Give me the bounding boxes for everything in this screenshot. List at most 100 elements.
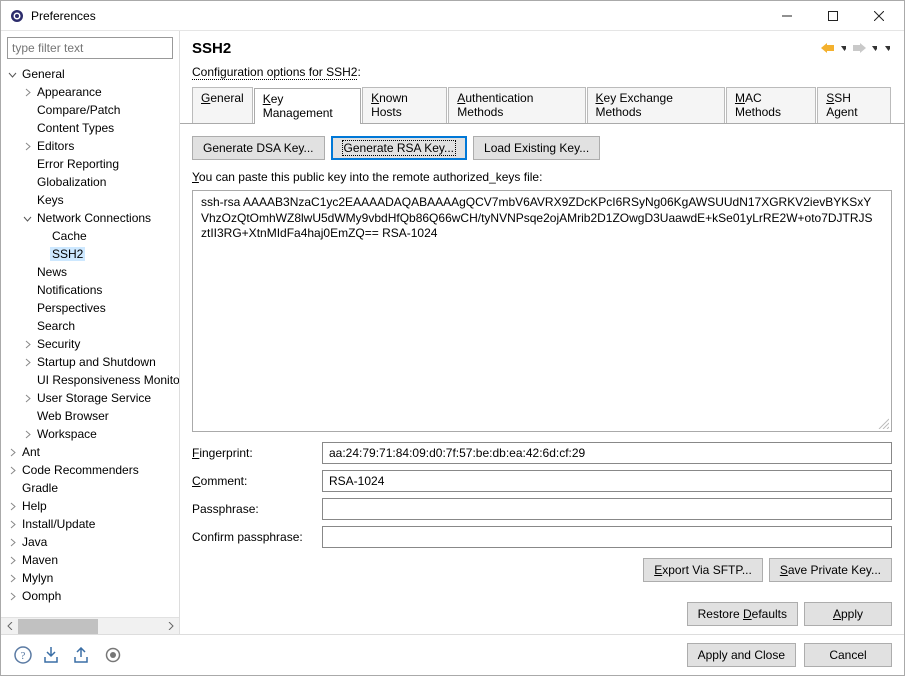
load-existing-key-button[interactable]: Load Existing Key... [473, 136, 600, 160]
filter-input[interactable] [7, 37, 173, 59]
history-back-menu[interactable] [839, 39, 848, 57]
nav-pane: GeneralAppearance Compare/Patch Content Ty… [1, 31, 180, 634]
page-menu[interactable] [883, 39, 892, 57]
tree-twisty-none [20, 301, 35, 316]
tree-twisty-none [20, 121, 35, 136]
chevron-right-icon[interactable] [5, 499, 20, 514]
resize-grip-icon [877, 417, 889, 429]
oomph-icon[interactable] [103, 645, 123, 665]
tree-item[interactable]: Search [1, 317, 179, 335]
scroll-left-icon[interactable] [1, 618, 18, 635]
public-key-text[interactable]: ssh-rsa AAAAB3NzaC1yc2EAAAADAQABAAAAgQCV… [192, 190, 892, 432]
chevron-right-icon[interactable] [20, 355, 35, 370]
maximize-button[interactable] [810, 1, 856, 30]
tree-item[interactable]: Keys [1, 191, 179, 209]
tree-item[interactable]: Code Recommenders [1, 461, 179, 479]
tree-item[interactable]: Maven [1, 551, 179, 569]
save-private-key-button[interactable]: Save Private Key... [769, 558, 892, 582]
tree-item[interactable]: Cache [1, 227, 179, 245]
chevron-right-icon[interactable] [20, 391, 35, 406]
tree-item-label: Workspace [35, 427, 99, 441]
tree-item[interactable]: News [1, 263, 179, 281]
tree-item[interactable]: Network Connections [1, 209, 179, 227]
tree-item[interactable]: Perspectives [1, 299, 179, 317]
tree-twisty-none [20, 103, 35, 118]
export-sftp-button[interactable]: Export Via SFTP... [643, 558, 763, 582]
scroll-thumb[interactable] [18, 619, 98, 634]
tree-item[interactable]: Java [1, 533, 179, 551]
generate-rsa-button[interactable]: Generate RSA Key... [331, 136, 468, 160]
tree-item[interactable]: General [1, 65, 179, 83]
tab-general[interactable]: General [192, 87, 253, 123]
tree-item-label: Install/Update [20, 517, 97, 531]
scroll-right-icon[interactable] [162, 618, 179, 635]
tree-item-label: Search [35, 319, 77, 333]
tree-item[interactable]: Notifications [1, 281, 179, 299]
chevron-right-icon[interactable] [5, 445, 20, 460]
export-icon[interactable] [73, 645, 93, 665]
tree-item[interactable]: Compare/Patch [1, 101, 179, 119]
tree-item[interactable]: Help [1, 497, 179, 515]
confirm-passphrase-field[interactable] [322, 526, 892, 548]
tree-item-label: Network Connections [35, 211, 153, 225]
comment-field[interactable] [322, 470, 892, 492]
tree-item[interactable]: Ant [1, 443, 179, 461]
chevron-right-icon[interactable] [20, 85, 35, 100]
tab-known-hosts[interactable]: Known Hosts [362, 87, 447, 123]
preference-tree[interactable]: GeneralAppearance Compare/Patch Content Ty… [1, 63, 179, 617]
minimize-button[interactable] [764, 1, 810, 30]
apply-button[interactable]: Apply [804, 602, 892, 626]
passphrase-field[interactable] [322, 498, 892, 520]
tab-mac-methods[interactable]: MAC Methods [726, 87, 816, 123]
close-button[interactable] [856, 1, 902, 30]
tree-item[interactable]: Appearance [1, 83, 179, 101]
chevron-down-icon[interactable] [5, 67, 20, 82]
chevron-right-icon[interactable] [20, 139, 35, 154]
tree-item[interactable]: Web Browser [1, 407, 179, 425]
tree-item[interactable]: Globalization [1, 173, 179, 191]
tree-item-label: Java [20, 535, 49, 549]
tab-key-management[interactable]: Key Management [254, 88, 361, 124]
tree-item[interactable]: UI Responsiveness Monitoring [1, 371, 179, 389]
tree-item[interactable]: Editors [1, 137, 179, 155]
apply-and-close-button[interactable]: Apply and Close [687, 643, 796, 667]
history-back-button[interactable] [819, 39, 837, 57]
tree-item[interactable]: Workspace [1, 425, 179, 443]
tree-item[interactable]: Oomph [1, 587, 179, 605]
chevron-right-icon[interactable] [5, 535, 20, 550]
import-icon[interactable] [43, 645, 63, 665]
tree-item-label: Code Recommenders [20, 463, 141, 477]
generate-dsa-button[interactable]: Generate DSA Key... [192, 136, 325, 160]
dialog-footer: ? Apply and Close Cancel [1, 634, 904, 675]
tree-item[interactable]: Startup and Shutdown [1, 353, 179, 371]
history-forward-button[interactable] [850, 39, 868, 57]
tree-item[interactable]: Security [1, 335, 179, 353]
tab-ssh-agent[interactable]: SSH Agent [817, 87, 891, 123]
tree-twisty-none [20, 373, 35, 388]
chevron-down-icon[interactable] [20, 211, 35, 226]
tree-item[interactable]: Install/Update [1, 515, 179, 533]
chevron-right-icon[interactable] [5, 463, 20, 478]
help-icon[interactable]: ? [13, 645, 33, 665]
chevron-right-icon[interactable] [5, 553, 20, 568]
tree-item[interactable]: Mylyn [1, 569, 179, 587]
history-forward-menu[interactable] [870, 39, 879, 57]
chevron-right-icon[interactable] [20, 337, 35, 352]
tree-item[interactable]: SSH2 [1, 245, 179, 263]
tree-item-label: Compare/Patch [35, 103, 122, 117]
tree-item[interactable]: Content Types [1, 119, 179, 137]
tab-authentication-methods[interactable]: Authentication Methods [448, 87, 585, 123]
tree-item[interactable]: Gradle [1, 479, 179, 497]
tree-horizontal-scrollbar[interactable] [1, 617, 179, 634]
tree-item[interactable]: Error Reporting [1, 155, 179, 173]
chevron-right-icon[interactable] [5, 571, 20, 586]
chevron-right-icon[interactable] [5, 589, 20, 604]
chevron-right-icon[interactable] [20, 427, 35, 442]
restore-defaults-button[interactable]: Restore Defaults [687, 602, 798, 626]
tree-item-label: Help [20, 499, 49, 513]
cancel-button[interactable]: Cancel [804, 643, 892, 667]
chevron-right-icon[interactable] [5, 517, 20, 532]
tab-key-exchange-methods[interactable]: Key Exchange Methods [587, 87, 725, 123]
fingerprint-field[interactable] [322, 442, 892, 464]
tree-item[interactable]: User Storage Service [1, 389, 179, 407]
